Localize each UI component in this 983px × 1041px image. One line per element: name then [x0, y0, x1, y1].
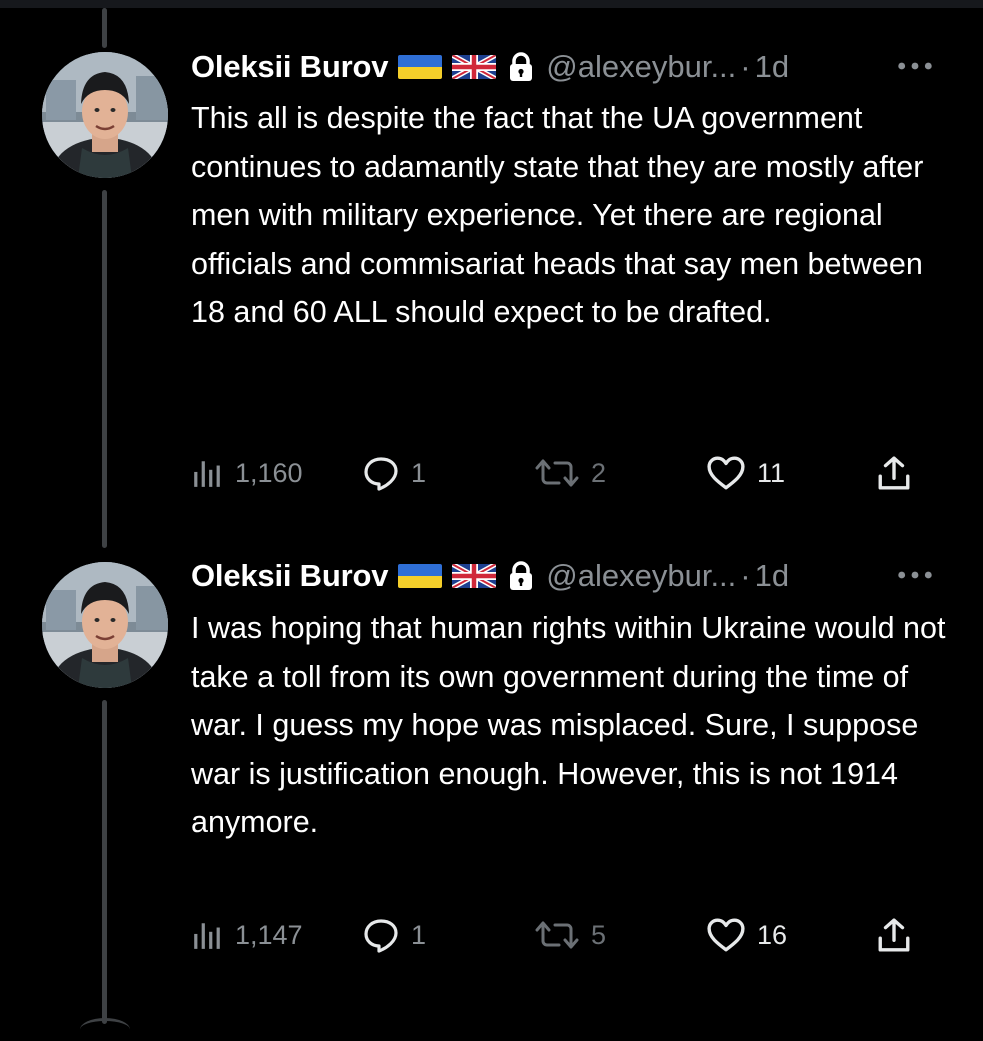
author-name[interactable]: Oleksii Burov: [191, 49, 388, 85]
share-button[interactable]: [877, 910, 911, 960]
views-icon: [191, 919, 223, 951]
lock-icon: [508, 52, 534, 82]
like-count: 11: [757, 457, 786, 488]
retweet-count: 5: [591, 919, 607, 950]
avatar[interactable]: [42, 52, 168, 178]
reply-button[interactable]: 1: [363, 910, 426, 960]
author-name[interactable]: Oleksii Burov: [191, 558, 388, 594]
separator: ·: [740, 49, 751, 84]
tweet-header: Oleksii Burov @alexeybur... · 1d: [191, 47, 789, 87]
share-button[interactable]: [877, 448, 911, 498]
tweet[interactable]: Oleksii Burov @alexeybur... · 1d I was h…: [0, 540, 983, 1024]
like-icon: [707, 456, 745, 490]
author-handle[interactable]: @alexeybur...: [546, 558, 736, 594]
retweet-button[interactable]: 2: [535, 448, 606, 498]
more-button[interactable]: [890, 47, 940, 87]
like-icon: [707, 918, 745, 952]
avatar[interactable]: [42, 562, 168, 688]
timestamp[interactable]: 1d: [755, 49, 789, 85]
tweet-actions: 1,147 1 5 16: [191, 910, 931, 960]
reply-icon: [363, 917, 399, 953]
retweet-icon: [535, 457, 579, 489]
views-count: 1,147: [235, 919, 303, 950]
ukraine-flag-icon: [398, 55, 442, 79]
tweet-text: I was hoping that human rights within Uk…: [191, 611, 946, 839]
author-handle[interactable]: @alexeybur...: [546, 49, 736, 85]
ukraine-flag-icon: [398, 564, 442, 588]
uk-flag-icon: [452, 564, 496, 588]
reply-count: 1: [411, 919, 427, 950]
like-count: 16: [757, 919, 788, 950]
views-icon: [191, 457, 223, 489]
share-icon: [877, 917, 911, 953]
lock-icon: [508, 561, 534, 591]
next-tweet-avatar-peek: [80, 1018, 130, 1041]
like-button[interactable]: 16: [707, 910, 787, 960]
retweet-button[interactable]: 5: [535, 910, 606, 960]
reply-icon: [363, 455, 399, 491]
tweet-actions: 1,160 1 2 11: [191, 448, 931, 498]
more-icon: [896, 567, 934, 585]
views-count: 1,160: [235, 457, 303, 488]
retweet-count: 2: [591, 457, 607, 488]
share-icon: [877, 455, 911, 491]
timestamp[interactable]: 1d: [755, 558, 789, 594]
reply-count: 1: [411, 457, 427, 488]
views-button[interactable]: 1,147: [191, 910, 303, 960]
separator: ·: [740, 558, 751, 593]
tweet-text: This all is despite the fact that the UA…: [191, 101, 924, 329]
more-icon: [896, 58, 934, 76]
more-button[interactable]: [890, 556, 940, 596]
tweet-header: Oleksii Burov @alexeybur... · 1d: [191, 556, 789, 596]
uk-flag-icon: [452, 55, 496, 79]
views-button[interactable]: 1,160: [191, 448, 303, 498]
like-button[interactable]: 11: [707, 448, 785, 498]
tweet[interactable]: Oleksii Burov @alexeybur... · 1d This al…: [0, 0, 983, 540]
reply-button[interactable]: 1: [363, 448, 426, 498]
retweet-icon: [535, 919, 579, 951]
